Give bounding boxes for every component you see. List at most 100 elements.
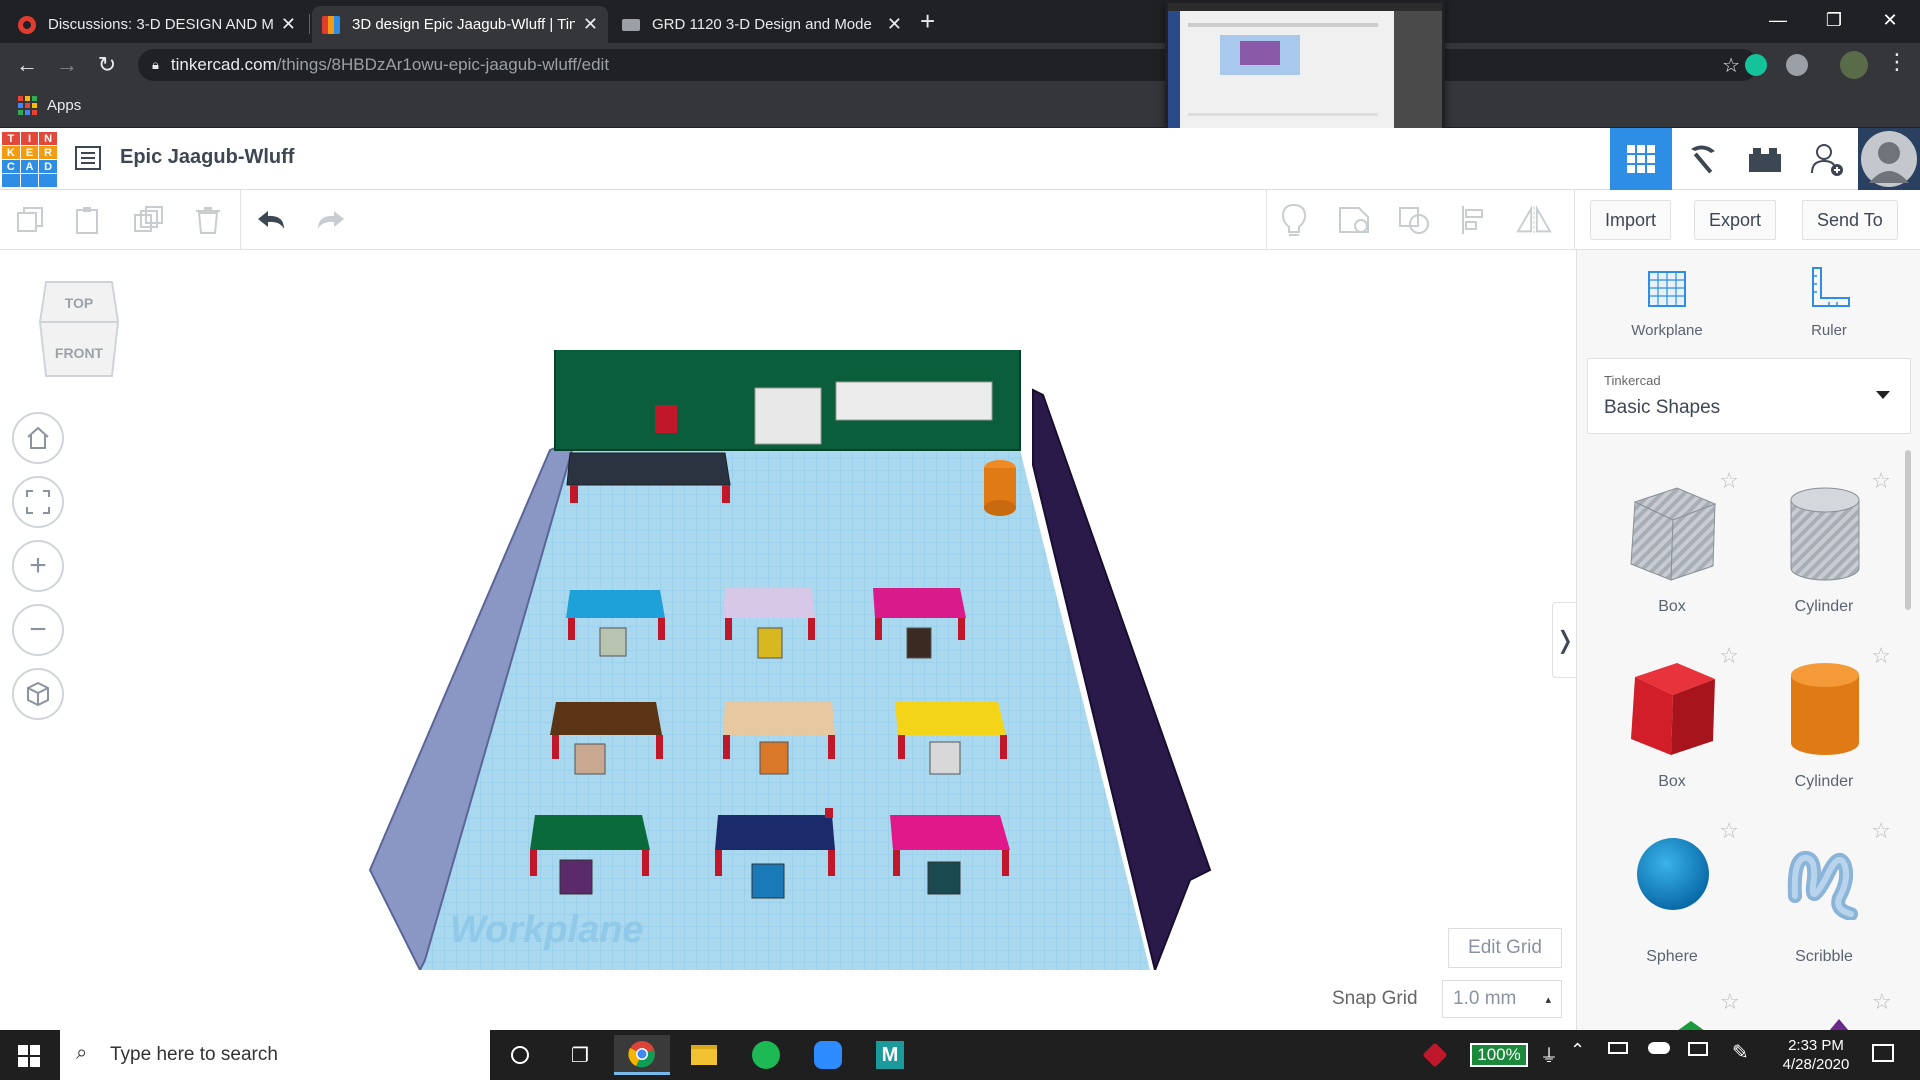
edit-grid-button[interactable]: Edit Grid (1448, 928, 1562, 968)
fit-view-button[interactable] (12, 476, 64, 528)
close-icon[interactable]: ✕ (887, 14, 902, 35)
teacher-chair[interactable] (655, 405, 677, 433)
spotify-button[interactable] (738, 1035, 794, 1075)
taskbar-clock[interactable]: 2:33 PM 4/28/2020 (1770, 1036, 1862, 1074)
task-view-button[interactable]: ❐ (552, 1035, 608, 1075)
view-cube-front-label[interactable]: FRONT (55, 345, 104, 361)
copy-button[interactable] (12, 202, 48, 238)
profile-avatar[interactable] (1840, 51, 1868, 79)
favorite-star-icon[interactable]: ☆ (1719, 818, 1739, 844)
design-title[interactable]: Epic Jaagub-Wluff (120, 146, 294, 169)
favorite-star-icon[interactable]: ☆ (1871, 468, 1891, 494)
view-cube[interactable]: TOP FRONT (36, 280, 122, 378)
reload-icon[interactable]: ↻ (92, 50, 122, 80)
collapse-panel-button[interactable]: ❭ (1552, 602, 1578, 678)
pen-icon[interactable]: ✎ (1732, 1040, 1749, 1065)
tinkercad-logo[interactable]: T I N K E R C A D (2, 132, 57, 187)
close-window-button[interactable]: ✕ (1862, 0, 1918, 40)
new-tab-button[interactable]: + (920, 6, 935, 36)
cortana-button[interactable] (492, 1035, 548, 1075)
shape-cylinder-hole[interactable]: ☆ Cylinder (1749, 460, 1899, 635)
shape-box[interactable]: ☆ Box (1597, 635, 1747, 810)
favorite-star-icon[interactable]: ☆ (1872, 989, 1892, 1015)
bricks-button[interactable] (1734, 128, 1796, 190)
grammarly-icon[interactable] (1745, 54, 1767, 76)
onedrive-icon[interactable] (1648, 1042, 1670, 1054)
minimize-button[interactable]: — (1750, 0, 1806, 40)
home-view-button[interactable] (12, 412, 64, 464)
battery-indicator[interactable]: 100% (1470, 1043, 1528, 1067)
paste-button[interactable] (70, 202, 106, 238)
maximize-button[interactable]: ❐ (1806, 0, 1862, 40)
chevron-up-icon[interactable]: ⌃ (1570, 1040, 1585, 1061)
shape-box-hole[interactable]: ☆ Box (1597, 460, 1747, 635)
maya-button[interactable]: M (862, 1035, 918, 1075)
laptop-icon (622, 18, 640, 31)
3d-viewport[interactable]: TOP FRONT + − Workplane ❭ (0, 250, 1578, 1030)
display-icon[interactable] (1688, 1042, 1708, 1056)
network-icon[interactable] (1608, 1042, 1628, 1054)
blocks-button[interactable] (1672, 128, 1734, 190)
autodesk-tray-icon[interactable] (1422, 1042, 1448, 1068)
snap-grid-select[interactable]: 1.0 mm ▴ (1442, 980, 1562, 1018)
zoom-button[interactable] (800, 1035, 856, 1075)
panel-scrollbar[interactable] (1905, 450, 1911, 610)
favorite-star-icon[interactable]: ☆ (1871, 643, 1891, 669)
teacher-desk[interactable] (566, 452, 731, 486)
tab-discussions[interactable]: Discussions: 3-D DESIGN AND M ✕ (8, 6, 306, 43)
duplicate-button[interactable] (130, 202, 166, 238)
mirror-button[interactable] (1516, 202, 1552, 238)
browser-tab-bar: Discussions: 3-D DESIGN AND M ✕ 3D desig… (0, 0, 1920, 43)
ruler-tool[interactable]: Ruler (1759, 264, 1899, 339)
export-button[interactable]: Export (1694, 200, 1777, 240)
power-plug-icon[interactable]: ⏚ (1540, 1042, 1558, 1068)
tab-grd-1120[interactable]: GRD 1120 3-D Design and Mode ✕ (612, 6, 912, 43)
favorite-star-icon[interactable]: ☆ (1871, 818, 1891, 844)
url-input[interactable]: 🔒︎ tinkercad.com/things/8HBDzAr1owu-epic… (138, 49, 1758, 81)
star-icon[interactable]: ☆ (1722, 53, 1740, 78)
windows-start-button[interactable] (18, 1045, 40, 1067)
group-button[interactable] (1336, 202, 1372, 238)
windows-taskbar: ⌕ Type here to search ❐ M 100% ⏚ ⌃ ✎ 2:3… (0, 1030, 1920, 1080)
favorite-star-icon[interactable]: ☆ (1719, 468, 1739, 494)
whiteboard-large[interactable] (835, 381, 993, 421)
classroom-scene[interactable]: Workplane (360, 350, 1220, 970)
3d-view-button[interactable] (1610, 128, 1672, 190)
design-list-icon[interactable] (74, 144, 102, 172)
workplane-tool[interactable]: Workplane (1597, 264, 1737, 339)
close-icon[interactable]: ✕ (281, 14, 296, 35)
shape-scribble[interactable]: ☆ Scribble (1749, 810, 1899, 985)
menu-icon[interactable]: ⋮ (1886, 49, 1908, 75)
undo-button[interactable] (254, 202, 290, 238)
shape-category-select[interactable]: Tinkercad Basic Shapes (1587, 358, 1911, 434)
perspective-button[interactable] (12, 668, 64, 720)
apps-bookmark[interactable]: Apps (18, 96, 81, 115)
taskbar-search-input[interactable]: ⌕ Type here to search (60, 1030, 490, 1080)
import-button[interactable]: Import (1590, 200, 1672, 240)
zoom-in-button[interactable]: + (12, 540, 64, 592)
align-button[interactable] (1456, 202, 1492, 238)
user-avatar[interactable] (1858, 128, 1920, 190)
notes-button[interactable] (1276, 202, 1312, 238)
back-icon[interactable]: ← (12, 50, 42, 80)
file-explorer-button[interactable] (676, 1035, 732, 1075)
chrome-taskbar-button[interactable] (614, 1035, 670, 1075)
whiteboard-small[interactable] (754, 387, 822, 445)
view-cube-top-label[interactable]: TOP (65, 295, 94, 311)
add-user-icon (1811, 144, 1843, 176)
invite-user-button[interactable] (1796, 128, 1858, 190)
close-icon[interactable]: ✕ (583, 14, 598, 35)
ungroup-button[interactable] (1396, 202, 1432, 238)
extension-icon[interactable] (1786, 54, 1808, 76)
notifications-icon[interactable] (1872, 1044, 1894, 1062)
tab-tinkercad-design[interactable]: 3D design Epic Jaagub-Wluff | Tin ✕ (312, 6, 608, 43)
shape-sphere[interactable]: ☆ Sphere (1597, 810, 1747, 985)
forward-icon[interactable]: → (52, 50, 82, 80)
delete-button[interactable] (190, 202, 226, 238)
zoom-out-button[interactable]: − (12, 604, 64, 656)
favorite-star-icon[interactable]: ☆ (1719, 643, 1739, 669)
favorite-star-icon[interactable]: ☆ (1720, 989, 1740, 1015)
shape-cylinder[interactable]: ☆ Cylinder (1749, 635, 1899, 810)
redo-button[interactable] (312, 202, 348, 238)
send-to-button[interactable]: Send To (1802, 200, 1898, 240)
